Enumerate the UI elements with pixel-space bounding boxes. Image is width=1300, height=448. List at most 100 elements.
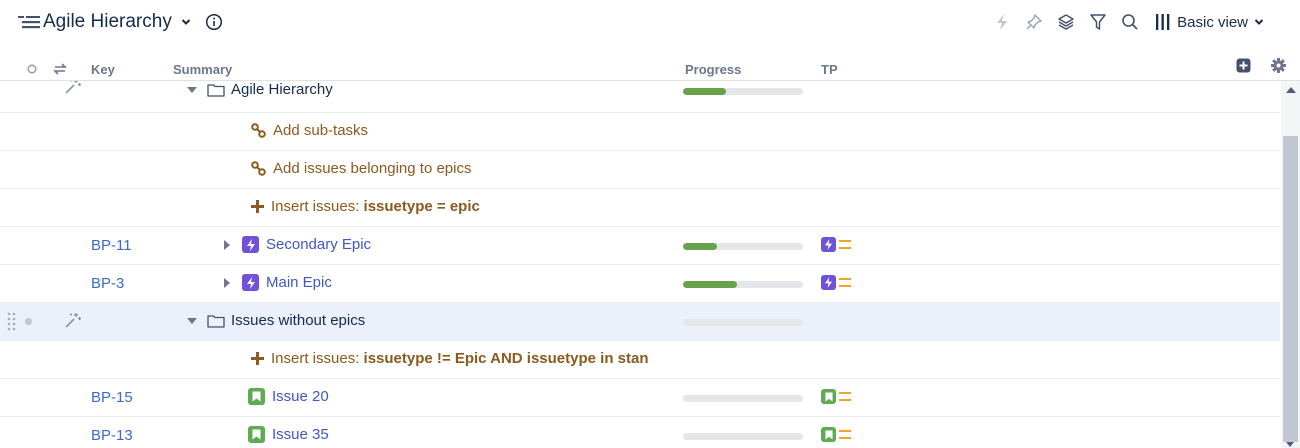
table-row[interactable]: BP-11 Secondary Epic <box>0 227 1280 265</box>
link-chain-icon <box>251 123 266 138</box>
table-row[interactable]: Insert issues: issuetype != Epic AND iss… <box>0 341 1280 379</box>
generator-query: issuetype != Epic AND issuetype in stan <box>363 350 649 367</box>
issue-key-link[interactable]: BP-3 <box>91 275 124 292</box>
view-selector-button[interactable]: Basic view <box>1155 13 1270 31</box>
row-summary-text: Add sub-tasks <box>273 122 369 139</box>
vertical-scrollbar[interactable] <box>1281 81 1300 448</box>
row-summary[interactable]: Issues without epics <box>187 312 365 329</box>
row-summary[interactable]: Insert issues: issuetype = epic <box>251 198 480 215</box>
filter-icon[interactable] <box>1089 13 1107 31</box>
issue-key-link[interactable]: BP-13 <box>91 427 133 444</box>
row-summary[interactable]: Secondary Epic <box>224 236 371 253</box>
epic-icon <box>242 236 259 253</box>
add-column-icon[interactable] <box>1236 58 1251 73</box>
column-tp-header[interactable]: TP <box>821 62 838 77</box>
magic-wand-icon <box>65 81 81 94</box>
scrollbar-thumb[interactable] <box>1283 136 1298 442</box>
columns-icon <box>1156 14 1170 30</box>
column-key-header[interactable]: Key <box>91 62 115 77</box>
progress-bar-fill <box>683 88 727 95</box>
automation-bolt-icon[interactable] <box>993 13 1011 31</box>
row-summary-text[interactable]: Main Epic <box>266 274 332 291</box>
plus-icon <box>251 200 264 213</box>
toolbar: Basic view <box>979 10 1270 34</box>
epic-icon <box>821 275 836 290</box>
progress-bar <box>683 319 803 326</box>
issue-key-link[interactable]: BP-11 <box>91 237 132 254</box>
table-row[interactable]: Agile Hierarchy <box>0 81 1280 113</box>
row-summary[interactable]: Add sub-tasks <box>251 122 368 139</box>
pin-icon[interactable] <box>1025 13 1043 31</box>
row-summary[interactable]: Main Epic <box>224 274 332 291</box>
progress-bar <box>683 433 803 440</box>
row-summary-text: Issues without epics <box>231 312 366 329</box>
info-icon[interactable] <box>205 13 223 31</box>
row-summary[interactable]: Issue 35 <box>248 426 329 443</box>
table-row[interactable]: BP-13 Issue 35 <box>0 417 1280 448</box>
progress-bar-fill <box>683 281 737 288</box>
tp-cell <box>821 427 851 442</box>
story-icon <box>821 389 836 404</box>
progress-bar <box>683 243 803 250</box>
row-summary[interactable]: Add issues belonging to epics <box>251 160 471 177</box>
structure-title: Agile Hierarchy <box>43 11 172 32</box>
drag-handle-icon[interactable] <box>7 311 17 333</box>
epic-icon <box>821 237 836 252</box>
structure-hierarchy-icon <box>18 16 40 29</box>
generator-prefix: Insert issues: <box>271 198 364 215</box>
table-row[interactable]: BP-15 Issue 20 <box>0 379 1280 417</box>
row-summary-text[interactable]: Secondary Epic <box>266 236 371 253</box>
scroll-down-arrow-icon[interactable] <box>1286 442 1294 447</box>
issue-key-link[interactable]: BP-15 <box>91 389 133 406</box>
layers-icon[interactable] <box>1057 13 1075 31</box>
collapse-triangle-icon[interactable] <box>187 317 197 324</box>
chevron-down-icon <box>1254 19 1264 25</box>
priority-medium-icon <box>839 430 851 439</box>
expand-triangle-icon[interactable] <box>224 277 230 288</box>
row-summary-text: Insert issues: issuetype = epic <box>271 198 480 215</box>
epic-icon <box>242 274 259 291</box>
swap-arrows-icon[interactable] <box>53 63 67 75</box>
column-progress-header[interactable]: Progress <box>685 62 741 77</box>
row-summary[interactable]: Agile Hierarchy <box>187 81 333 98</box>
row-summary[interactable]: Insert issues: issuetype != Epic AND iss… <box>251 350 676 367</box>
table-row[interactable]: Add issues belonging to epics <box>0 151 1280 189</box>
table-row[interactable]: Insert issues: issuetype = epic <box>0 189 1280 227</box>
view-selector-label: Basic view <box>1177 13 1248 31</box>
row-summary-text[interactable]: Issue 35 <box>272 426 329 443</box>
row-summary[interactable]: Issue 20 <box>248 388 329 405</box>
plus-icon <box>251 352 264 365</box>
row-summary-text: Insert issues: issuetype != Epic AND iss… <box>271 350 649 367</box>
progress-bar <box>683 88 803 95</box>
gear-icon[interactable] <box>1270 57 1287 74</box>
progress-bar-fill <box>683 243 717 250</box>
tp-cell <box>821 237 851 252</box>
table-row[interactable]: Add sub-tasks <box>0 113 1280 151</box>
generator-query: issuetype = epic <box>363 198 480 215</box>
expand-triangle-icon[interactable] <box>224 239 230 250</box>
structure-title-dropdown[interactable]: Agile Hierarchy <box>18 9 223 35</box>
row-select-dot[interactable] <box>25 318 32 325</box>
structure-grid: Agile Hierarchy Add sub-tasks Add issues… <box>0 81 1280 448</box>
row-summary-text[interactable]: Issue 20 <box>272 388 329 405</box>
priority-medium-icon <box>839 278 851 287</box>
table-row[interactable]: BP-3 Main Epic <box>0 265 1280 303</box>
table-row-selected[interactable]: Issues without epics <box>0 303 1280 341</box>
column-summary-header[interactable]: Summary <box>173 62 232 77</box>
folder-icon <box>207 83 225 97</box>
chevron-down-icon <box>181 19 191 25</box>
row-summary-text: Agile Hierarchy <box>231 81 333 98</box>
story-icon <box>248 426 265 443</box>
select-all-circle-icon[interactable] <box>27 64 37 74</box>
scroll-up-arrow-icon[interactable] <box>1286 87 1296 93</box>
progress-bar <box>683 281 803 288</box>
progress-bar <box>683 395 803 402</box>
column-header-row: Key Summary Progress TP <box>0 58 1300 81</box>
priority-medium-icon <box>839 240 851 249</box>
priority-medium-icon <box>839 392 851 401</box>
generator-prefix: Insert issues: <box>271 350 364 367</box>
folder-icon <box>207 314 225 328</box>
tp-cell <box>821 275 851 290</box>
search-icon[interactable] <box>1121 13 1139 31</box>
collapse-triangle-icon[interactable] <box>187 86 197 93</box>
